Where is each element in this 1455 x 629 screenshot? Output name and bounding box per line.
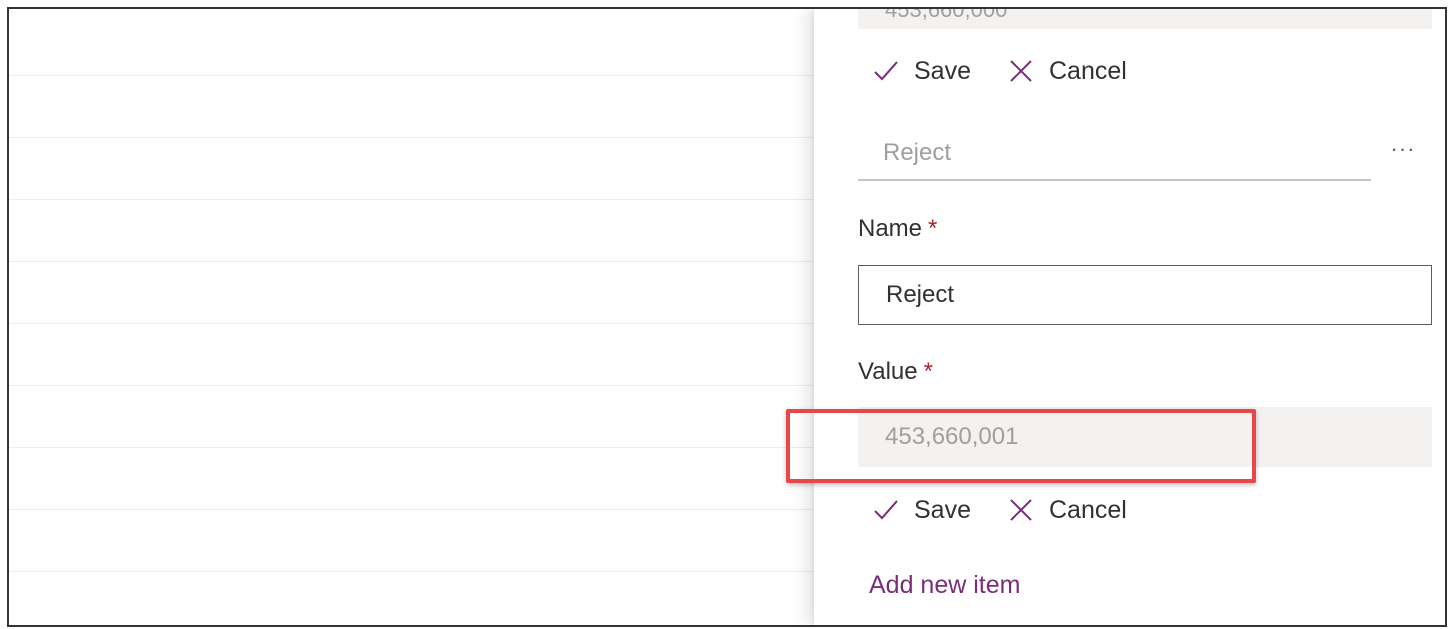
more-options-icon[interactable]: ··· — [1388, 131, 1418, 167]
list-divider — [9, 447, 814, 448]
save-button[interactable]: Save — [872, 57, 971, 86]
choice-item-reject[interactable]: Reject — [858, 131, 1371, 181]
name-label-text: Name — [858, 215, 923, 242]
app-window: 453,660,000 Save Cancel Reject ··· Name * — [7, 7, 1447, 627]
save-label: Save — [914, 495, 971, 524]
close-icon — [1010, 60, 1032, 82]
second-action-row: Save Cancel — [872, 490, 1163, 530]
name-field-label: Name * — [858, 215, 937, 243]
required-indicator: * — [923, 358, 933, 385]
name-input[interactable] — [858, 265, 1432, 325]
list-divider — [9, 323, 814, 324]
required-indicator: * — [928, 215, 938, 242]
list-divider — [9, 199, 814, 200]
value-input[interactable] — [858, 407, 1432, 467]
first-action-row: Save Cancel — [872, 51, 1163, 91]
save-button[interactable]: Save — [872, 496, 971, 525]
choice-item-label: Reject — [883, 139, 952, 166]
background-list — [9, 9, 814, 625]
cancel-label: Cancel — [1048, 495, 1127, 524]
list-divider — [9, 509, 814, 510]
save-label: Save — [914, 56, 971, 85]
cancel-label: Cancel — [1048, 56, 1127, 85]
list-divider — [9, 571, 814, 572]
list-divider — [9, 137, 814, 138]
cancel-button[interactable]: Cancel — [1007, 496, 1127, 525]
cancel-button[interactable]: Cancel — [1007, 57, 1127, 86]
checkmark-icon — [874, 61, 898, 81]
list-divider — [9, 385, 814, 386]
edit-choices-panel: 453,660,000 Save Cancel Reject ··· Name * — [814, 9, 1445, 625]
value-label-text: Value — [858, 358, 918, 385]
value-field-label: Value * — [858, 358, 933, 386]
close-icon — [1010, 499, 1032, 521]
list-divider — [9, 261, 814, 262]
checkmark-icon — [874, 500, 898, 520]
add-new-item-link[interactable]: Add new item — [869, 571, 1020, 600]
previous-value-field: 453,660,000 — [858, 9, 1432, 29]
list-divider — [9, 75, 814, 76]
